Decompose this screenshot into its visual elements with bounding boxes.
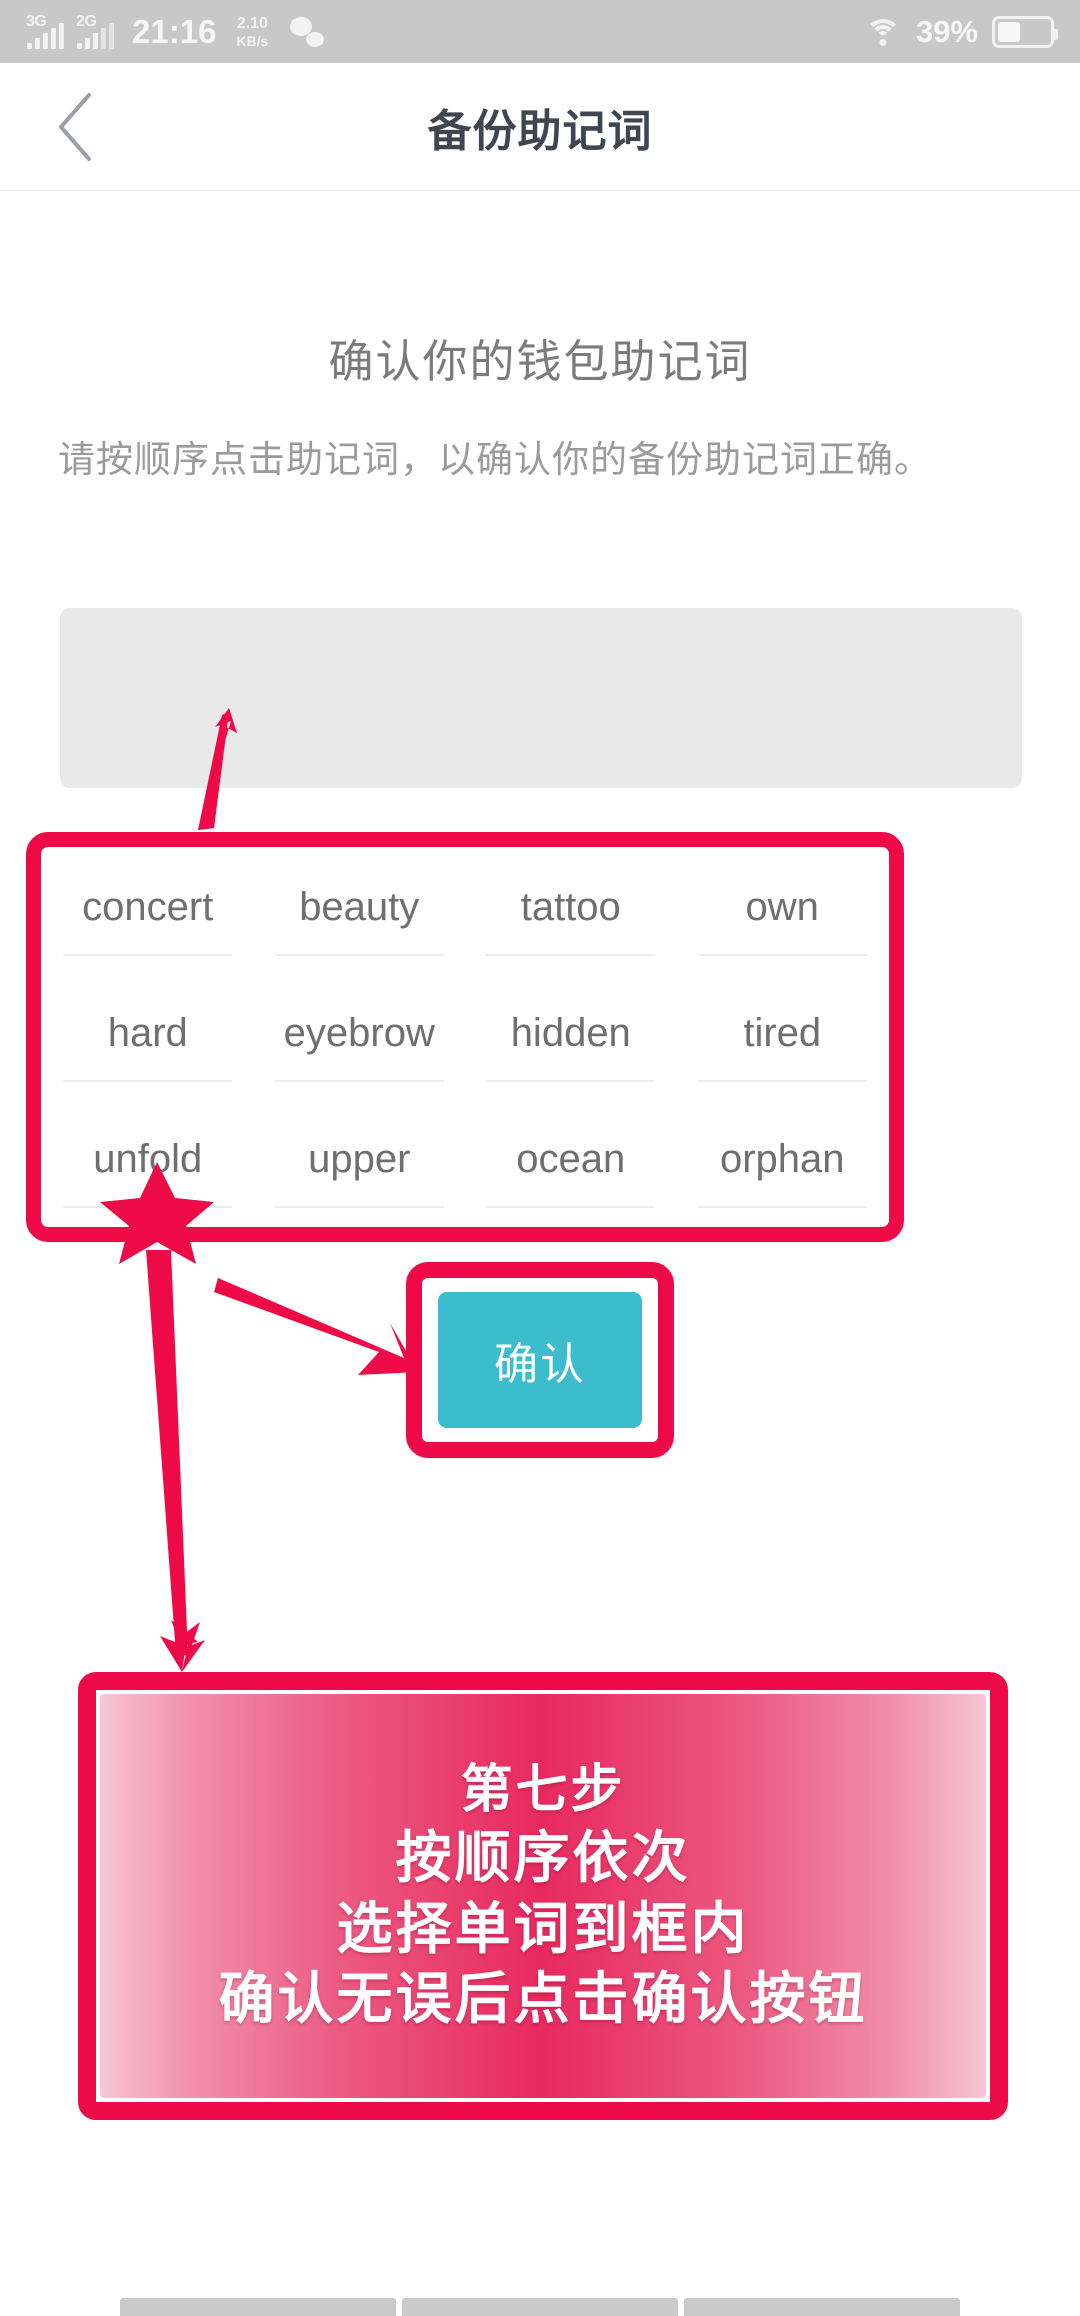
wifi-icon <box>864 17 902 47</box>
annotation-box-instruction-banner <box>78 1672 1008 2120</box>
network-speed: 2.10 KB/s <box>236 14 269 49</box>
annotation-box-word-grid <box>26 832 904 1242</box>
page-title: 备份助记词 <box>427 106 653 156</box>
signal-2g-icon: 2G <box>76 12 114 49</box>
annotation-box-confirm-button <box>406 1262 674 1458</box>
bottom-bar-item[interactable] <box>684 2298 960 2316</box>
nav-bar: 备份助记词 <box>0 63 1080 191</box>
status-bar-left: 3G 2G 21:16 2.10 KB/s <box>26 12 325 51</box>
battery-percent-label: 39% <box>915 13 978 49</box>
bottom-nav-bars[interactable] <box>0 2294 1080 2316</box>
section-heading: 确认你的钱包助记词 <box>328 336 752 387</box>
back-button[interactable] <box>40 92 110 162</box>
network-primary-label: 3G <box>26 12 47 30</box>
network-speed-value: 2.10 <box>236 14 268 32</box>
back-chevron-icon <box>53 91 97 163</box>
bottom-bar-item[interactable] <box>402 2298 678 2316</box>
app-screen: 3G 2G 21:16 2.10 KB/s 39% 备份助记词 确认你的钱包助记… <box>0 0 1080 2316</box>
status-bar-right: 39% <box>864 13 1058 50</box>
status-bar: 3G 2G 21:16 2.10 KB/s 39% <box>0 0 1080 63</box>
battery-icon <box>992 15 1058 48</box>
section-description: 请按顺序点击助记词，以确认你的备份助记词正确。 <box>58 439 932 480</box>
arrow-right-icon <box>214 1278 418 1375</box>
network-secondary-label: 2G <box>76 12 97 30</box>
network-speed-unit: KB/s <box>236 32 269 49</box>
bottom-bar-item[interactable] <box>120 2298 396 2316</box>
wechat-icon <box>290 16 325 47</box>
selected-words-box[interactable] <box>60 608 1022 788</box>
status-bar-clock: 21:16 <box>132 12 217 50</box>
signal-3g-icon: 3G <box>26 12 64 49</box>
